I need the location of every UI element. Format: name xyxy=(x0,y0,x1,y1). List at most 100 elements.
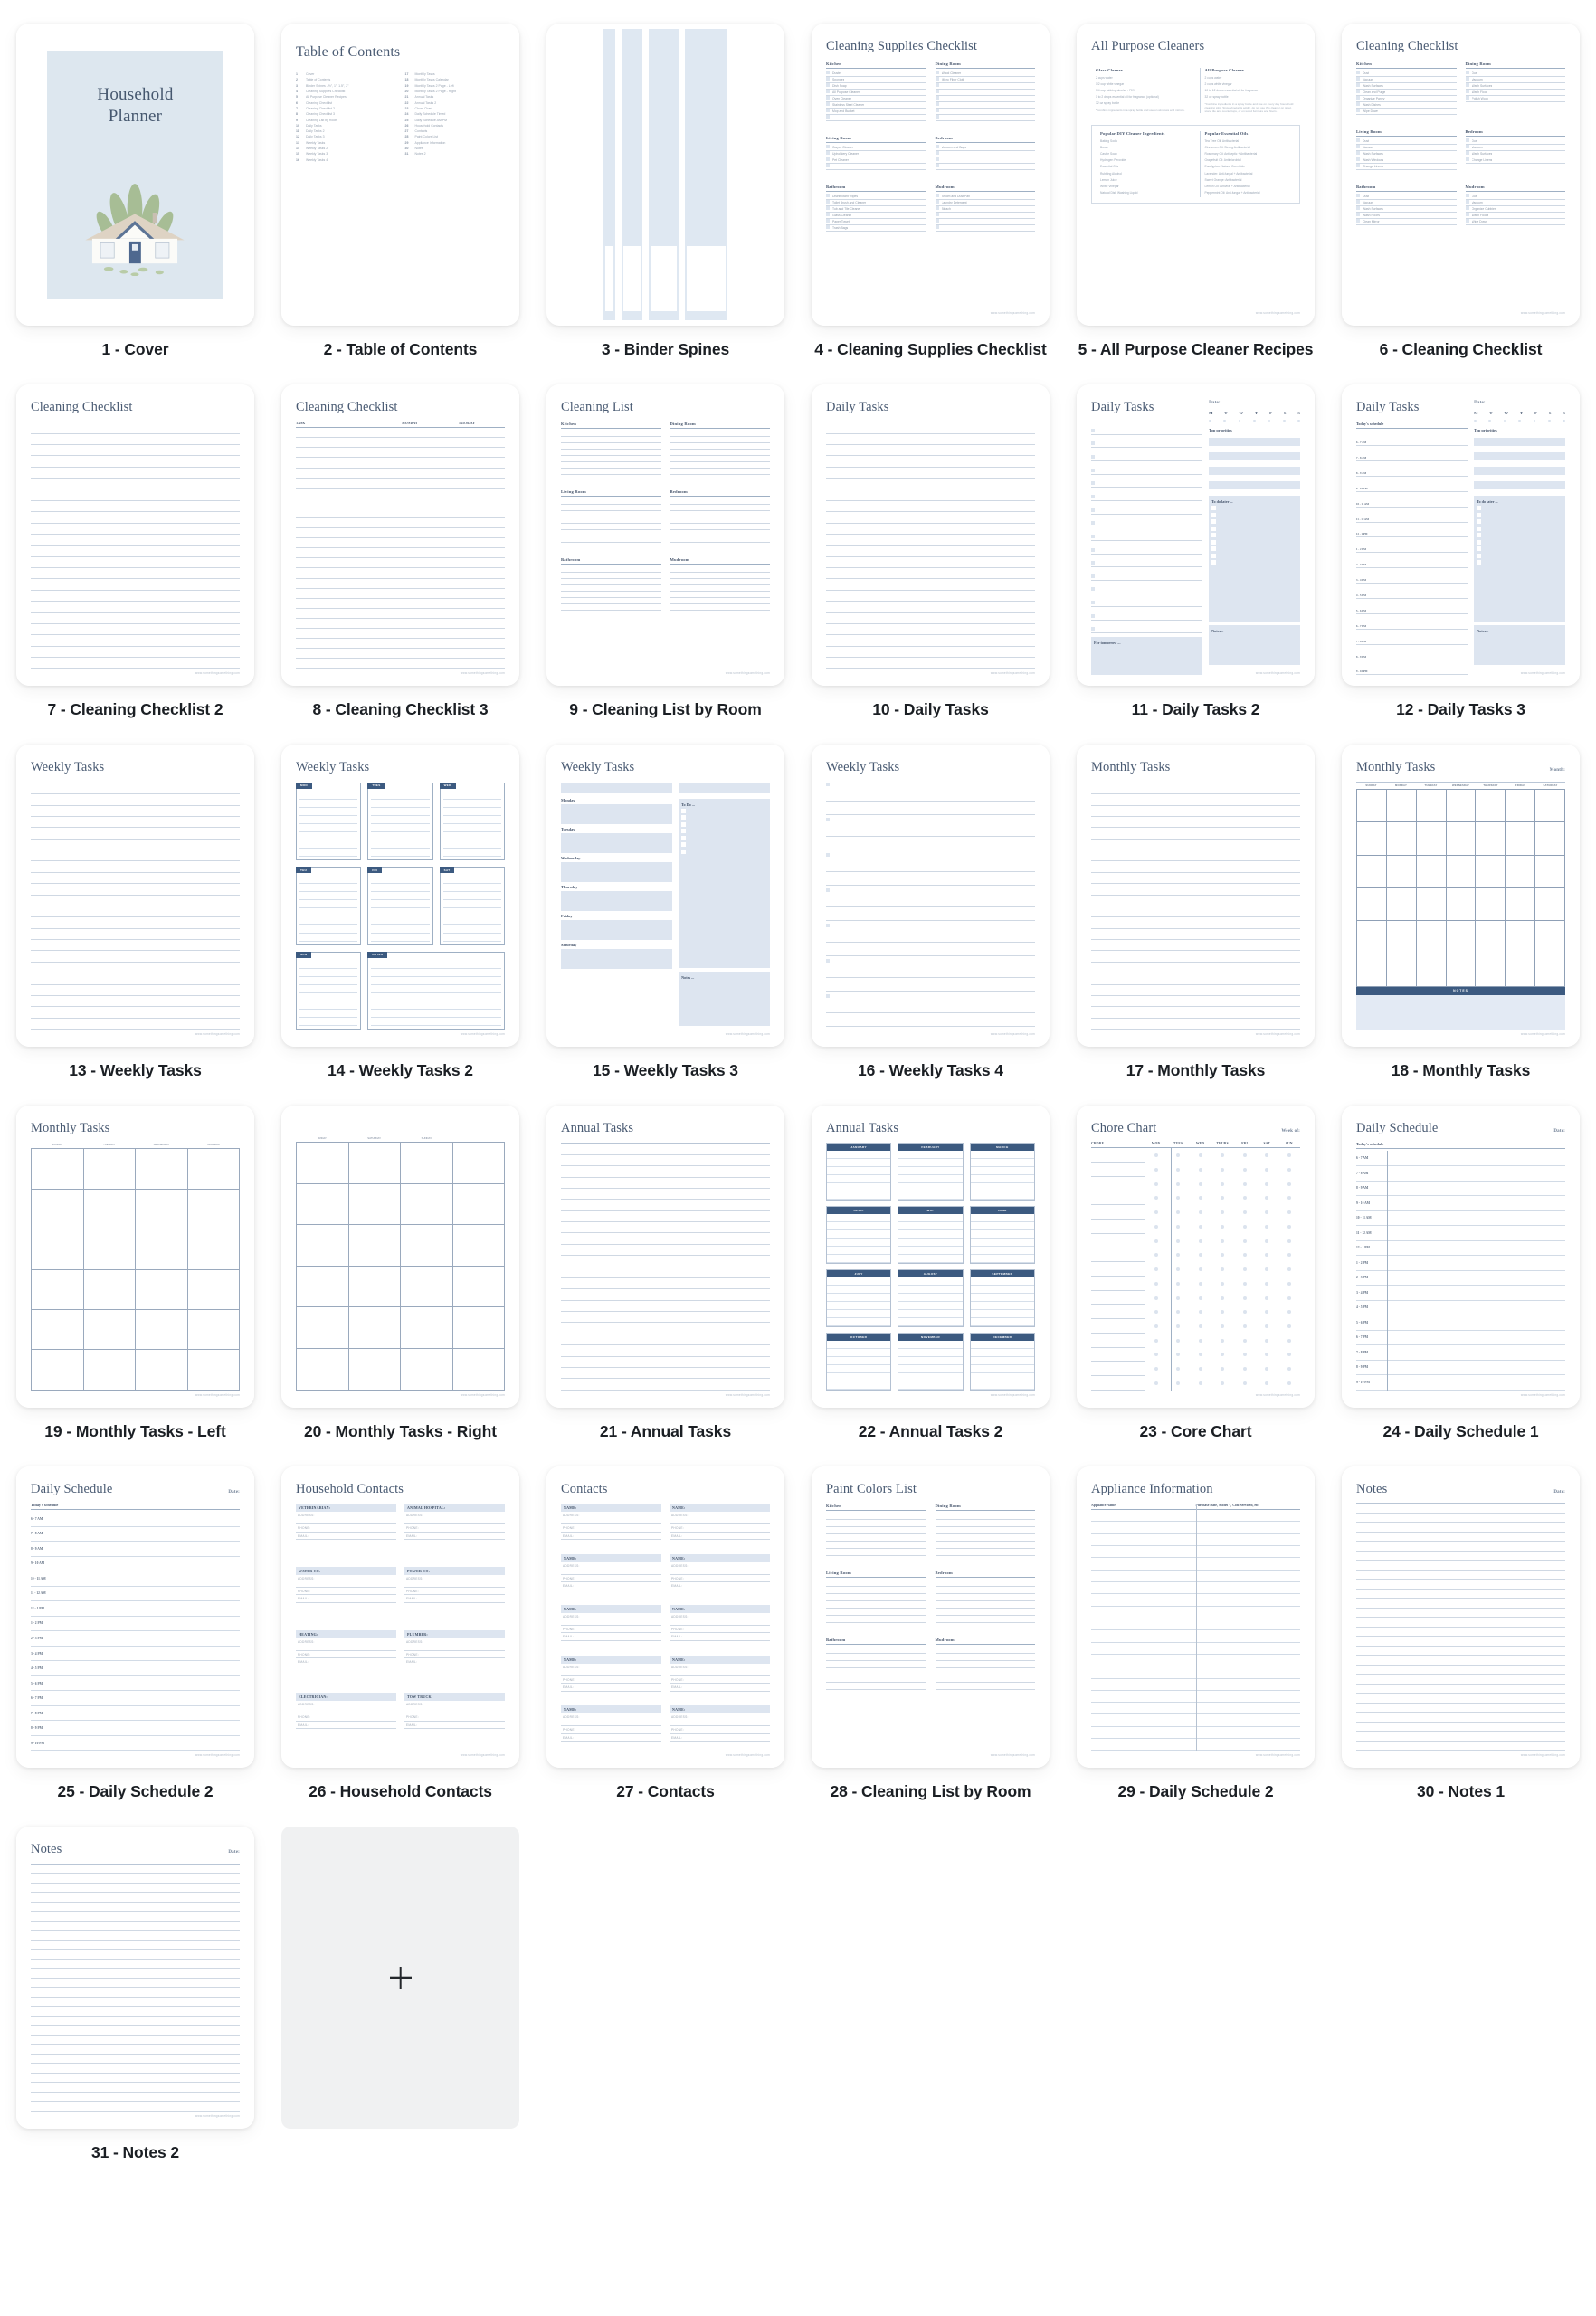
checkbox-icon[interactable] xyxy=(935,224,939,229)
chore-check-cell[interactable] xyxy=(1233,1153,1256,1158)
weekday-panel[interactable] xyxy=(561,832,673,853)
chore-name-line[interactable] xyxy=(1091,1376,1145,1391)
checkbox-icon[interactable] xyxy=(1091,547,1095,552)
todo-checkbox[interactable] xyxy=(1477,512,1482,517)
toc-item[interactable]: 15 Weekly Tasks 3 xyxy=(296,152,396,156)
grid-cell[interactable] xyxy=(452,1307,505,1350)
calendar-cell[interactable] xyxy=(1535,789,1565,823)
todo-checkbox[interactable] xyxy=(681,815,687,821)
toc-item[interactable]: 10 Daily Tasks xyxy=(296,124,396,128)
toc-item[interactable]: 31 Notes 2 xyxy=(405,152,506,156)
page-thumbnail-3[interactable] xyxy=(546,24,784,326)
checkbox-icon[interactable] xyxy=(1465,218,1469,223)
todo-checkbox[interactable] xyxy=(1477,526,1482,531)
calendar-cell[interactable] xyxy=(1416,855,1447,888)
todo-checkbox[interactable] xyxy=(1477,539,1482,545)
checkbox-row[interactable]: Organize Pantry xyxy=(1356,95,1457,102)
page-thumbnail-13[interactable]: Weekly Tasks www.somethingsomething.com xyxy=(16,745,254,1047)
chore-check-cell[interactable] xyxy=(1256,1224,1278,1229)
grid-cell[interactable] xyxy=(32,1350,84,1391)
weekday-dot[interactable] xyxy=(1488,419,1492,422)
chore-check-cell[interactable] xyxy=(1189,1224,1211,1229)
page-thumbnail-17[interactable]: Monthly Tasks www.somethingsomething.com xyxy=(1077,745,1315,1047)
chore-check-cell[interactable] xyxy=(1278,1310,1300,1315)
checkbox-icon[interactable] xyxy=(935,218,939,223)
to-do-later-panel[interactable]: To do later ... xyxy=(1474,496,1565,622)
contact-field[interactable]: EMAIL: xyxy=(670,1582,770,1590)
notes-area[interactable] xyxy=(1356,994,1565,1030)
checkbox-row[interactable] xyxy=(935,89,1035,96)
checkbox-icon[interactable] xyxy=(935,76,939,81)
checkbox-row[interactable] xyxy=(935,157,1035,164)
grid-cell[interactable] xyxy=(187,1309,240,1351)
page-thumbnail-28[interactable]: Paint Colors List Kitchen Dining Room Li… xyxy=(812,1466,1050,1769)
toc-item[interactable]: 3 Binder Spines - ½", 1", 1.5", 2" xyxy=(296,84,396,88)
toc-item[interactable]: 16 Weekly Tasks 4 xyxy=(296,158,396,162)
grid-cell[interactable] xyxy=(83,1309,136,1351)
checkbox-icon[interactable] xyxy=(1465,157,1469,161)
month-block[interactable]: NOVEMBER xyxy=(898,1332,964,1391)
grid-cell[interactable] xyxy=(401,1307,453,1350)
contact-field[interactable]: ADDRESS: xyxy=(404,1512,505,1525)
chore-check-cell[interactable] xyxy=(1145,1182,1167,1186)
page-thumbnail-7[interactable]: Cleaning Checklist www.somethingsomethin… xyxy=(16,384,254,687)
chore-check-cell[interactable] xyxy=(1233,1267,1256,1272)
checkbox-row[interactable]: Upholstery Cleaner xyxy=(826,150,926,157)
chore-check-cell[interactable] xyxy=(1233,1224,1256,1229)
calendar-cell[interactable] xyxy=(1386,789,1417,823)
toc-item[interactable]: 13 Weekly Tasks xyxy=(296,141,396,145)
calendar-cell[interactable] xyxy=(1506,789,1536,823)
checkbox-icon[interactable] xyxy=(826,163,830,167)
chore-check-cell[interactable] xyxy=(1145,1224,1167,1229)
grid-cell[interactable] xyxy=(452,1142,505,1184)
toc-item[interactable]: 19 Monthly Tasks 2 Page - Left xyxy=(405,84,506,88)
checkbox-icon[interactable] xyxy=(826,144,830,148)
contact-field[interactable]: ADDRESS: xyxy=(670,1613,770,1626)
todo-checkbox[interactable] xyxy=(681,849,687,854)
contact-field[interactable]: PHONE: xyxy=(561,1626,661,1634)
weekday-dot[interactable] xyxy=(1223,419,1227,422)
grid-cell[interactable] xyxy=(401,1349,453,1391)
checkbox-row[interactable]: Change Linens xyxy=(1356,163,1457,170)
chore-check-cell[interactable] xyxy=(1278,1367,1300,1372)
checkbox-row[interactable] xyxy=(1091,567,1203,581)
page-thumbnail-8[interactable]: Cleaning Checklist TASK MONDAY TUESDAY www… xyxy=(281,384,519,687)
contact-field[interactable]: EMAIL: xyxy=(404,1722,505,1730)
checkbox-icon[interactable] xyxy=(826,205,830,210)
weekday-dots[interactable] xyxy=(1209,419,1300,422)
calendar-cell[interactable] xyxy=(1506,822,1536,856)
checkbox-row[interactable]: Glass Cleaner xyxy=(826,212,926,219)
contact-field[interactable]: PHONE: xyxy=(561,1524,661,1533)
toc-item[interactable]: 6 Cleaning Checklist xyxy=(296,101,396,105)
grid-cell[interactable] xyxy=(136,1309,188,1351)
month-block[interactable]: AUGUST xyxy=(898,1269,964,1327)
calendar-cell[interactable] xyxy=(1535,887,1565,922)
todo-checkbox[interactable] xyxy=(1211,526,1217,531)
grid-cell[interactable] xyxy=(297,1307,349,1350)
checkbox-row[interactable]: Vacuum xyxy=(1356,199,1457,206)
month-block[interactable]: MARCH xyxy=(969,1143,1035,1201)
checkbox-icon[interactable] xyxy=(826,157,830,161)
contact-field[interactable]: PHONE: xyxy=(670,1524,770,1533)
checkbox-row[interactable]: All Purpose Cleaner xyxy=(826,89,926,96)
grid-cell[interactable] xyxy=(187,1229,240,1270)
chore-check-cell[interactable] xyxy=(1145,1210,1167,1215)
chore-check-cell[interactable] xyxy=(1278,1182,1300,1186)
checkbox-row[interactable]: Change Linens xyxy=(1465,157,1565,164)
priority-bar[interactable] xyxy=(1474,481,1565,490)
chore-check-cell[interactable] xyxy=(1145,1353,1167,1357)
toc-item[interactable]: 26 Household Contacts xyxy=(405,124,506,128)
calendar-cell[interactable] xyxy=(1506,887,1536,922)
chore-check-cell[interactable] xyxy=(1278,1296,1300,1300)
checkbox-icon[interactable] xyxy=(1465,95,1469,100)
toc-item[interactable]: 18 Monthly Tasks Calendar xyxy=(405,78,506,81)
chore-check-cell[interactable] xyxy=(1278,1153,1300,1158)
toc-item[interactable]: 8 Cleaning Checklist 3 xyxy=(296,112,396,116)
checkbox-icon[interactable] xyxy=(1356,193,1360,197)
checkbox-row[interactable]: Dust xyxy=(1356,70,1457,77)
checkbox-row[interactable]: Wash Surfaces xyxy=(1465,82,1565,90)
page-thumbnail-10[interactable]: Daily Tasks www.somethingsomething.com xyxy=(812,384,1050,687)
checkbox-icon[interactable] xyxy=(1091,481,1095,486)
chore-check-cell[interactable] xyxy=(1278,1324,1300,1328)
checkbox-icon[interactable] xyxy=(1091,574,1095,578)
